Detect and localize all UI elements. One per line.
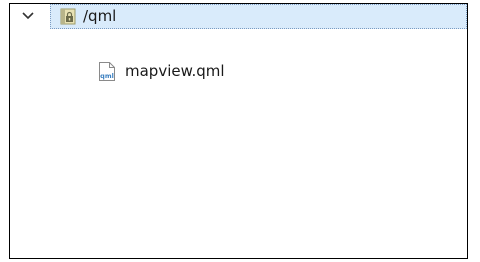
tree-item-label: /qml xyxy=(83,7,117,25)
project-tree[interactable]: /qml qml mapview.qml xyxy=(9,3,468,259)
tree-item-qml-folder[interactable]: /qml xyxy=(10,4,467,29)
tree-item-mapview-qml[interactable]: qml mapview.qml xyxy=(10,59,467,84)
resource-folder-icon xyxy=(60,8,76,25)
tree-item-label: mapview.qml xyxy=(125,62,225,80)
qml-icon-text: qml xyxy=(100,72,114,80)
qml-file-icon: qml xyxy=(99,62,115,81)
chevron-down-icon[interactable] xyxy=(20,8,36,24)
